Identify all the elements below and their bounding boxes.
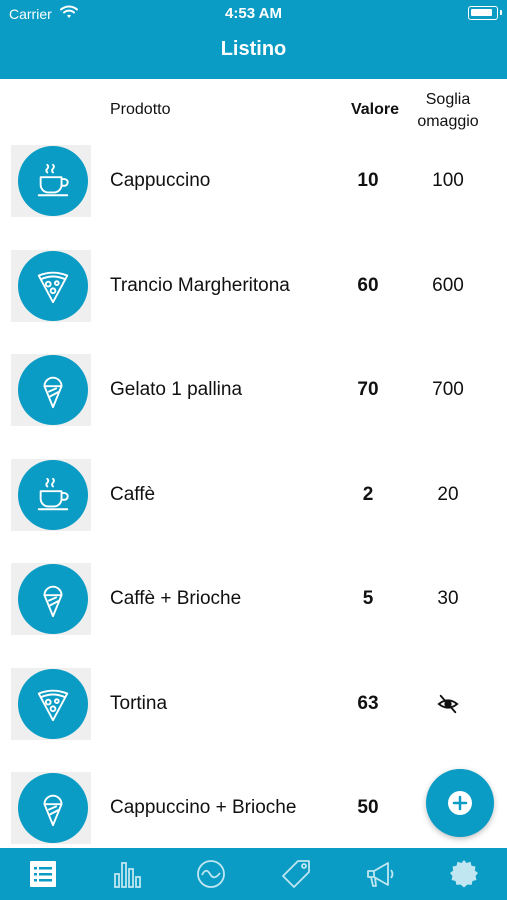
product-name: Trancio Margheritona [110, 274, 290, 296]
app-header: Carrier 4:53 AM Listino [0, 0, 507, 79]
plus-circle-icon [448, 791, 472, 815]
product-name: Gelato 1 pallina [110, 379, 243, 400]
pizza-slice-icon [37, 689, 69, 721]
coffee-cup-icon [37, 163, 69, 197]
product-value: 2 [362, 483, 374, 505]
product-value: 50 [357, 797, 379, 818]
tab-announcements[interactable] [362, 856, 398, 892]
product-threshold: 20 [437, 483, 459, 505]
pulse-icon [197, 860, 225, 888]
product-name: Tortina [110, 692, 168, 714]
product-thumbnail [11, 249, 91, 322]
tab-offers[interactable] [278, 856, 314, 892]
ice-cream-icon [43, 794, 63, 827]
tab-statistics[interactable] [109, 856, 145, 892]
page-title: Listino [220, 38, 287, 60]
product-threshold: 100 [432, 170, 464, 191]
add-product-button[interactable] [426, 769, 494, 837]
product-threshold: 600 [432, 274, 464, 296]
product-thumbnail [11, 667, 91, 740]
product-name: Cappuccino [110, 170, 211, 191]
product-name: Cappuccino + Brioche [110, 797, 297, 818]
column-product: Prodotto [110, 101, 171, 118]
product-thumbnail [11, 772, 91, 844]
product-row[interactable]: Gelato 1 pallina 70 700 [0, 350, 507, 455]
coffee-cup-icon [37, 477, 69, 510]
battery-icon [468, 6, 502, 20]
product-value: 63 [357, 692, 379, 714]
megaphone-icon [367, 862, 394, 887]
tab-rewards[interactable] [446, 856, 482, 892]
status-time: 4:53 AM [225, 5, 282, 22]
product-thumbnail [11, 145, 91, 217]
column-headers: Prodotto Valore Soglia omaggio [0, 79, 507, 141]
product-row[interactable]: Caffè + Brioche 5 30 [0, 559, 507, 664]
product-threshold: 30 [437, 588, 459, 609]
product-row[interactable]: Tortina 63 [0, 664, 507, 769]
product-thumbnail [11, 458, 91, 531]
product-value: 10 [357, 170, 379, 191]
product-value: 60 [357, 274, 379, 296]
column-threshold: Soglia omaggio [412, 89, 484, 133]
product-value: 70 [357, 379, 379, 400]
product-value: 5 [362, 588, 374, 609]
ice-cream-icon [43, 585, 63, 618]
tab-bar [0, 848, 507, 900]
product-name: Caffè [110, 483, 156, 505]
tab-activity[interactable] [193, 856, 229, 892]
tab-list[interactable] [25, 856, 61, 892]
product-threshold: 700 [432, 379, 464, 400]
product-list: Cappuccino 10 100 Trancio Margheritona 6… [0, 141, 507, 873]
product-thumbnail [11, 354, 91, 426]
column-threshold-line2: omaggio [417, 113, 479, 130]
bar-chart-icon [114, 862, 141, 888]
status-bar: Carrier 4:53 AM [0, 0, 507, 28]
product-row[interactable]: Trancio Margheritona 60 600 [0, 246, 507, 351]
badge-icon [450, 860, 478, 888]
tag-icon [282, 860, 310, 888]
eye-slash-icon[interactable] [437, 693, 459, 715]
product-name: Caffè + Brioche [110, 588, 242, 609]
product-row[interactable]: Cappuccino 10 100 [0, 141, 507, 246]
product-row[interactable]: Caffè 2 20 [0, 455, 507, 560]
pizza-slice-icon [37, 271, 69, 303]
list-icon [30, 861, 56, 887]
column-threshold-line1: Soglia [425, 91, 471, 108]
product-thumbnail [11, 563, 91, 635]
column-value: Valore [350, 101, 400, 118]
ice-cream-icon [43, 376, 63, 409]
